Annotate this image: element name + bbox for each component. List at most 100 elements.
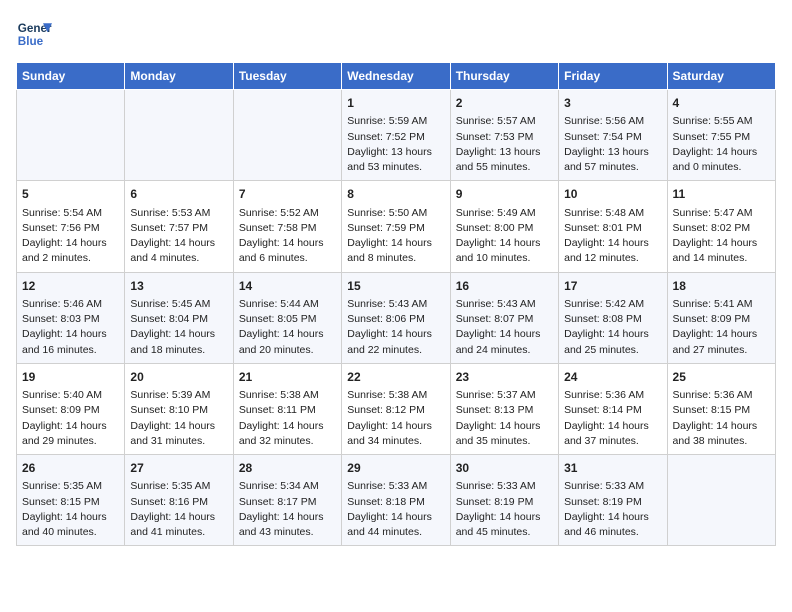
day-info: Sunrise: 5:38 AM Sunset: 8:12 PM Dayligh… xyxy=(347,388,444,449)
day-number: 20 xyxy=(130,369,227,386)
col-header-wednesday: Wednesday xyxy=(342,63,450,90)
col-header-thursday: Thursday xyxy=(450,63,558,90)
day-number: 3 xyxy=(564,95,661,112)
day-cell: 5 Sunrise: 5:54 AM Sunset: 7:56 PM Daylig… xyxy=(17,181,125,272)
day-number: 28 xyxy=(239,460,336,477)
day-number: 15 xyxy=(347,278,444,295)
week-row-5: 26 Sunrise: 5:35 AM Sunset: 8:15 PM Dayli… xyxy=(17,455,776,546)
day-cell xyxy=(17,90,125,181)
day-info: Sunrise: 5:47 AM Sunset: 8:02 PM Dayligh… xyxy=(673,206,770,267)
day-number: 30 xyxy=(456,460,553,477)
day-cell: 15 Sunrise: 5:43 AM Sunset: 8:06 PM Dayli… xyxy=(342,272,450,363)
day-cell: 23 Sunrise: 5:37 AM Sunset: 8:13 PM Dayli… xyxy=(450,363,558,454)
day-info: Sunrise: 5:53 AM Sunset: 7:57 PM Dayligh… xyxy=(130,206,227,267)
day-number: 31 xyxy=(564,460,661,477)
day-info: Sunrise: 5:36 AM Sunset: 8:15 PM Dayligh… xyxy=(673,388,770,449)
day-info: Sunrise: 5:44 AM Sunset: 8:05 PM Dayligh… xyxy=(239,297,336,358)
header-row: SundayMondayTuesdayWednesdayThursdayFrid… xyxy=(17,63,776,90)
day-cell: 13 Sunrise: 5:45 AM Sunset: 8:04 PM Dayli… xyxy=(125,272,233,363)
day-cell: 16Sunrise: 5:43 AM Sunset: 8:07 PM Dayli… xyxy=(450,272,558,363)
day-cell: 6 Sunrise: 5:53 AM Sunset: 7:57 PM Daylig… xyxy=(125,181,233,272)
day-number: 21 xyxy=(239,369,336,386)
day-number: 19 xyxy=(22,369,119,386)
day-cell xyxy=(233,90,341,181)
day-number: 1 xyxy=(347,95,444,112)
day-number: 22 xyxy=(347,369,444,386)
day-info: Sunrise: 5:50 AM Sunset: 7:59 PM Dayligh… xyxy=(347,206,444,267)
day-number: 26 xyxy=(22,460,119,477)
day-cell: 9 Sunrise: 5:49 AM Sunset: 8:00 PM Daylig… xyxy=(450,181,558,272)
day-number: 6 xyxy=(130,186,227,203)
day-cell: 17 Sunrise: 5:42 AM Sunset: 8:08 PM Dayli… xyxy=(559,272,667,363)
day-cell: 25 Sunrise: 5:36 AM Sunset: 8:15 PM Dayli… xyxy=(667,363,775,454)
day-cell: 24 Sunrise: 5:36 AM Sunset: 8:14 PM Dayli… xyxy=(559,363,667,454)
day-cell: 21Sunrise: 5:38 AM Sunset: 8:11 PM Dayli… xyxy=(233,363,341,454)
day-info: Sunrise: 5:33 AM Sunset: 8:19 PM Dayligh… xyxy=(456,479,553,540)
day-number: 8 xyxy=(347,186,444,203)
day-number: 9 xyxy=(456,186,553,203)
day-info: Sunrise: 5:56 AM Sunset: 7:54 PM Dayligh… xyxy=(564,114,661,175)
day-number: 11 xyxy=(673,186,770,203)
day-number: 25 xyxy=(673,369,770,386)
logo-icon: General Blue xyxy=(16,16,52,52)
day-info: Sunrise: 5:46 AM Sunset: 8:03 PM Dayligh… xyxy=(22,297,119,358)
day-cell: 31 Sunrise: 5:33 AM Sunset: 8:19 PM Dayli… xyxy=(559,455,667,546)
day-cell: 12 Sunrise: 5:46 AM Sunset: 8:03 PM Dayli… xyxy=(17,272,125,363)
header: General Blue xyxy=(16,16,776,52)
day-info: Sunrise: 5:41 AM Sunset: 8:09 PM Dayligh… xyxy=(673,297,770,358)
day-number: 17 xyxy=(564,278,661,295)
col-header-saturday: Saturday xyxy=(667,63,775,90)
week-row-1: 1 Sunrise: 5:59 AM Sunset: 7:52 PM Daylig… xyxy=(17,90,776,181)
day-info: Sunrise: 5:43 AM Sunset: 8:06 PM Dayligh… xyxy=(347,297,444,358)
day-cell: 1 Sunrise: 5:59 AM Sunset: 7:52 PM Daylig… xyxy=(342,90,450,181)
day-info: Sunrise: 5:39 AM Sunset: 8:10 PM Dayligh… xyxy=(130,388,227,449)
day-number: 13 xyxy=(130,278,227,295)
day-number: 27 xyxy=(130,460,227,477)
day-cell: 14Sunrise: 5:44 AM Sunset: 8:05 PM Dayli… xyxy=(233,272,341,363)
day-info: Sunrise: 5:33 AM Sunset: 8:18 PM Dayligh… xyxy=(347,479,444,540)
day-cell: 29Sunrise: 5:33 AM Sunset: 8:18 PM Dayli… xyxy=(342,455,450,546)
col-header-friday: Friday xyxy=(559,63,667,90)
day-info: Sunrise: 5:33 AM Sunset: 8:19 PM Dayligh… xyxy=(564,479,661,540)
week-row-4: 19Sunrise: 5:40 AM Sunset: 8:09 PM Dayli… xyxy=(17,363,776,454)
day-info: Sunrise: 5:42 AM Sunset: 8:08 PM Dayligh… xyxy=(564,297,661,358)
day-cell xyxy=(125,90,233,181)
day-info: Sunrise: 5:48 AM Sunset: 8:01 PM Dayligh… xyxy=(564,206,661,267)
day-info: Sunrise: 5:59 AM Sunset: 7:52 PM Dayligh… xyxy=(347,114,444,175)
day-number: 7 xyxy=(239,186,336,203)
day-info: Sunrise: 5:52 AM Sunset: 7:58 PM Dayligh… xyxy=(239,206,336,267)
day-number: 10 xyxy=(564,186,661,203)
day-number: 16 xyxy=(456,278,553,295)
week-row-3: 12 Sunrise: 5:46 AM Sunset: 8:03 PM Dayli… xyxy=(17,272,776,363)
day-info: Sunrise: 5:45 AM Sunset: 8:04 PM Dayligh… xyxy=(130,297,227,358)
day-cell xyxy=(667,455,775,546)
day-info: Sunrise: 5:54 AM Sunset: 7:56 PM Dayligh… xyxy=(22,206,119,267)
day-cell: 19Sunrise: 5:40 AM Sunset: 8:09 PM Dayli… xyxy=(17,363,125,454)
day-cell: 8 Sunrise: 5:50 AM Sunset: 7:59 PM Daylig… xyxy=(342,181,450,272)
day-number: 5 xyxy=(22,186,119,203)
day-cell: 3 Sunrise: 5:56 AM Sunset: 7:54 PM Daylig… xyxy=(559,90,667,181)
day-number: 23 xyxy=(456,369,553,386)
col-header-monday: Monday xyxy=(125,63,233,90)
day-number: 2 xyxy=(456,95,553,112)
day-info: Sunrise: 5:57 AM Sunset: 7:53 PM Dayligh… xyxy=(456,114,553,175)
day-info: Sunrise: 5:35 AM Sunset: 8:15 PM Dayligh… xyxy=(22,479,119,540)
day-cell: 30 Sunrise: 5:33 AM Sunset: 8:19 PM Dayli… xyxy=(450,455,558,546)
day-info: Sunrise: 5:36 AM Sunset: 8:14 PM Dayligh… xyxy=(564,388,661,449)
day-cell: 10 Sunrise: 5:48 AM Sunset: 8:01 PM Dayli… xyxy=(559,181,667,272)
day-cell: 2 Sunrise: 5:57 AM Sunset: 7:53 PM Daylig… xyxy=(450,90,558,181)
day-info: Sunrise: 5:55 AM Sunset: 7:55 PM Dayligh… xyxy=(673,114,770,175)
logo: General Blue xyxy=(16,16,52,52)
day-cell: 26 Sunrise: 5:35 AM Sunset: 8:15 PM Dayli… xyxy=(17,455,125,546)
day-cell: 28Sunrise: 5:34 AM Sunset: 8:17 PM Dayli… xyxy=(233,455,341,546)
day-info: Sunrise: 5:37 AM Sunset: 8:13 PM Dayligh… xyxy=(456,388,553,449)
day-number: 12 xyxy=(22,278,119,295)
day-number: 24 xyxy=(564,369,661,386)
calendar-table: SundayMondayTuesdayWednesdayThursdayFrid… xyxy=(16,62,776,546)
day-info: Sunrise: 5:49 AM Sunset: 8:00 PM Dayligh… xyxy=(456,206,553,267)
col-header-sunday: Sunday xyxy=(17,63,125,90)
day-cell: 11 Sunrise: 5:47 AM Sunset: 8:02 PM Dayli… xyxy=(667,181,775,272)
day-cell: 7 Sunrise: 5:52 AM Sunset: 7:58 PM Daylig… xyxy=(233,181,341,272)
day-number: 4 xyxy=(673,95,770,112)
day-number: 18 xyxy=(673,278,770,295)
